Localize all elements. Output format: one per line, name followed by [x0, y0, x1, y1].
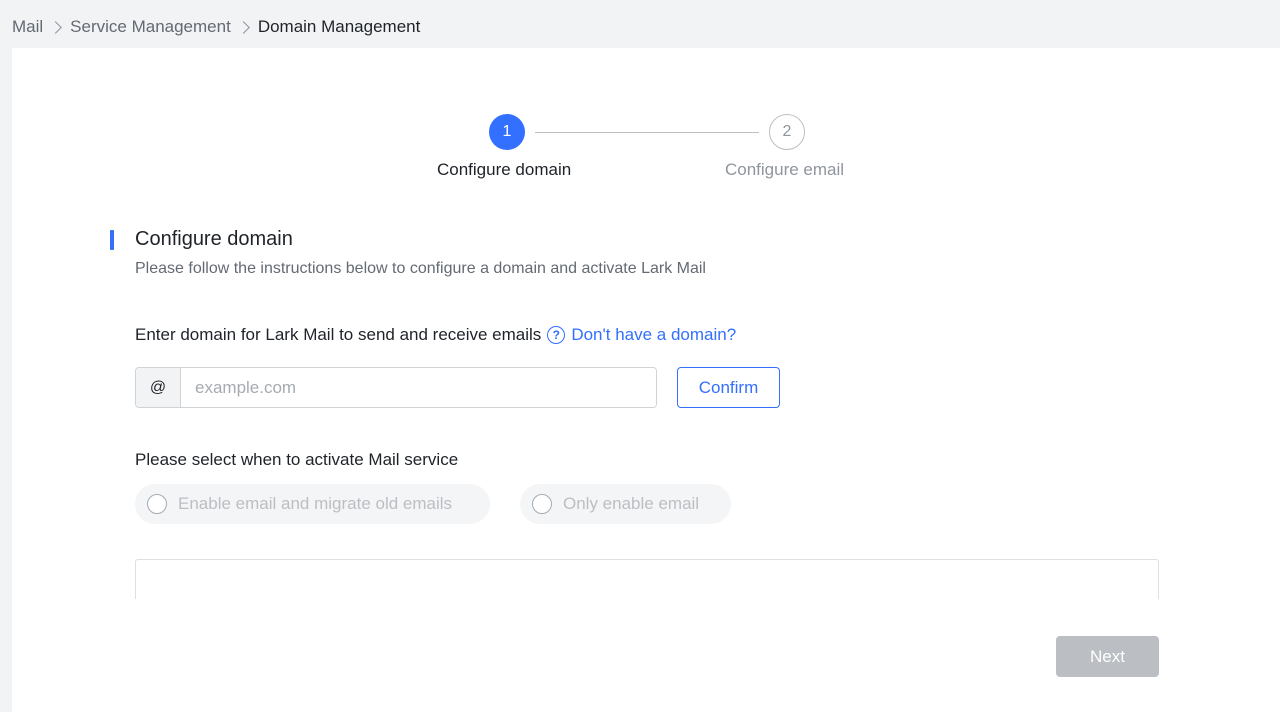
section-accent-bar — [110, 230, 114, 250]
domain-field-label: Enter domain for Lark Mail to send and r… — [135, 325, 736, 345]
question-circle-icon[interactable]: ? — [547, 326, 566, 344]
domain-input[interactable] — [181, 368, 656, 407]
step-1-label: Configure domain — [437, 160, 572, 179]
step-2-label: Configure email — [725, 160, 845, 179]
breadcrumb: Mail Service Management Domain Managemen… — [12, 16, 420, 38]
radio-enable-and-migrate[interactable]: Enable email and migrate old emails — [135, 484, 490, 524]
next-button[interactable]: Next — [1056, 636, 1159, 677]
step-2-indicator: 2 — [769, 114, 805, 150]
chevron-right-icon — [236, 20, 250, 34]
breadcrumb-mail[interactable]: Mail — [12, 17, 43, 37]
step-1-indicator: 1 — [489, 114, 525, 150]
step-connector — [535, 132, 759, 133]
radio-circle-icon — [147, 494, 167, 514]
domain-input-group: @ — [135, 367, 657, 408]
confirm-button[interactable]: Confirm — [677, 367, 780, 408]
radio-enable-and-migrate-label: Enable email and migrate old emails — [178, 494, 453, 513]
no-domain-help-link[interactable]: Don't have a domain? — [571, 325, 736, 345]
chevron-right-icon — [49, 20, 63, 34]
at-prefix: @ — [136, 368, 181, 407]
domain-field-label-text: Enter domain for Lark Mail to send and r… — [135, 325, 542, 344]
main-panel: 1 2 Configure domain Configure email Con… — [12, 48, 1280, 712]
section-description: Please follow the instructions below to … — [135, 260, 706, 277]
section-title: Configure domain — [135, 228, 293, 250]
radio-only-enable-label: Only enable email — [563, 494, 700, 513]
breadcrumb-domain-management: Domain Management — [257, 17, 421, 36]
breadcrumb-service-management[interactable]: Service Management — [70, 17, 231, 37]
info-box — [135, 559, 1159, 599]
radio-only-enable[interactable]: Only enable email — [520, 484, 731, 524]
radio-circle-icon — [532, 494, 552, 514]
activation-label: Please select when to activate Mail serv… — [135, 450, 459, 469]
